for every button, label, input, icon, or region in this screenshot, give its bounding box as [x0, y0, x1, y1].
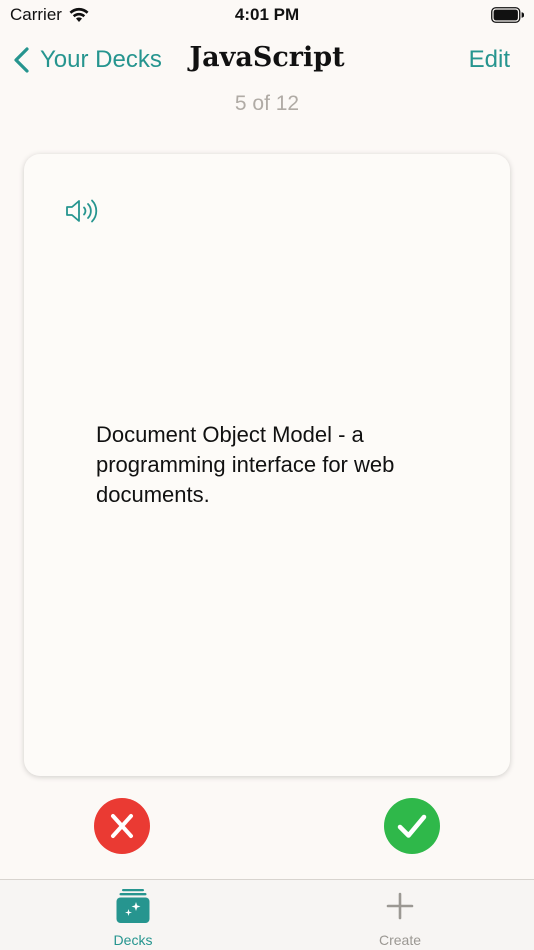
navigation-bar: Your Decks JavaScript Edit [0, 38, 534, 84]
tab-create[interactable]: Create [340, 888, 460, 948]
x-icon [111, 814, 133, 838]
card-answer-text: Document Object Model - a programming in… [96, 422, 395, 507]
mark-correct-button[interactable] [384, 798, 440, 854]
edit-button[interactable]: Edit [469, 46, 510, 74]
tab-decks-label: Decks [113, 932, 153, 948]
tab-bar: Decks Create [0, 879, 534, 950]
battery-icon [491, 7, 524, 23]
chevron-left-icon [14, 47, 29, 73]
plus-icon [386, 892, 414, 920]
back-button[interactable]: Your Decks [12, 46, 162, 74]
back-button-label: Your Decks [40, 46, 162, 73]
tab-decks[interactable]: Decks [73, 888, 193, 948]
card-progress: 5 of 12 [234, 92, 300, 115]
speaker-icon[interactable] [64, 198, 100, 224]
checkmark-icon [397, 814, 427, 838]
flashcard[interactable]: Document Object Model - a programming in… [24, 154, 510, 776]
status-time: 4:01 PM [234, 5, 300, 24]
status-bar: Carrier 4:01 PM [0, 0, 534, 30]
mark-wrong-button[interactable] [94, 798, 150, 854]
tab-create-label: Create [378, 932, 422, 948]
decks-icon [116, 889, 150, 923]
